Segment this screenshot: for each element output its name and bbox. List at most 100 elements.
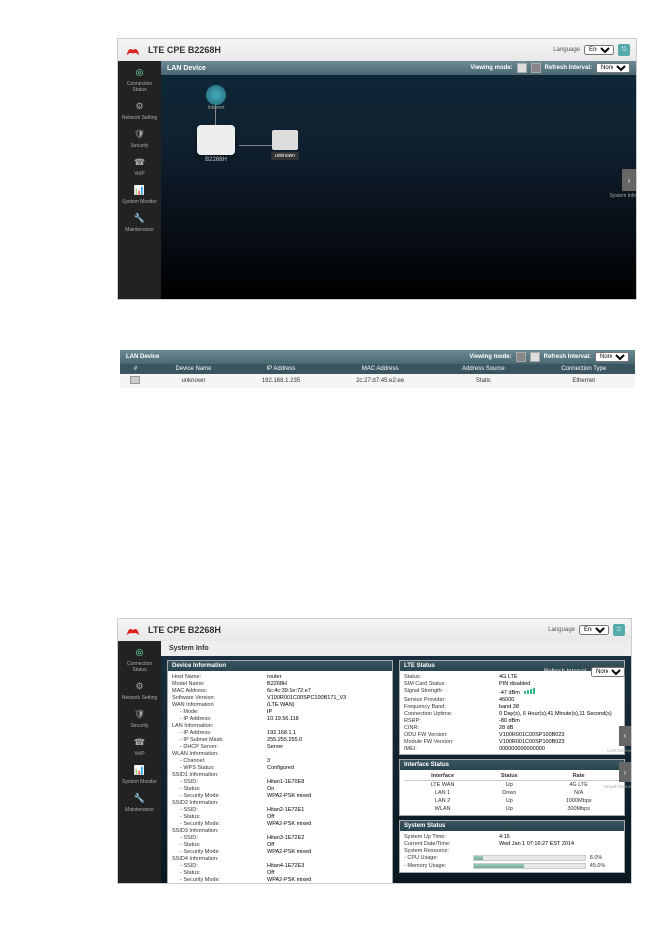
globe-icon — [206, 85, 226, 105]
view-list-button[interactable] — [531, 63, 541, 73]
refresh-interval-label: Refresh Interval: — [545, 65, 592, 71]
info-value: Configured — [267, 765, 388, 771]
info-row: WAN Information(LTE WAN) — [172, 701, 388, 708]
refresh-interval-select[interactable]: None — [591, 667, 625, 677]
info-row: - Status:Off — [172, 869, 388, 876]
network-topology: Internet B2268H unknown — [161, 75, 636, 205]
language-select[interactable]: English — [579, 625, 609, 635]
info-row: - Security Mode:WPA2-PSK mixed — [172, 848, 388, 855]
info-key: - IP Subnet Mask: — [172, 737, 267, 743]
sidebar-item-security[interactable]: 🛡Security — [120, 127, 160, 149]
cell-interface: LAN 1 — [404, 789, 481, 797]
info-value: 6c:4c:39:1e:72:e7 — [267, 688, 388, 694]
table-row: LAN 2Up1000Mbps — [404, 797, 620, 805]
refresh-interval-select[interactable]: None — [595, 352, 629, 362]
info-key: CINR: — [404, 725, 499, 731]
sidebar-item-system-monitor[interactable]: 📊System Monitor — [120, 763, 160, 785]
cell-status: Up — [481, 805, 537, 813]
logout-icon[interactable]: ⎋ — [613, 624, 625, 636]
info-key: SSID1 Information: — [172, 772, 267, 778]
sidebar-item-network-setting[interactable]: ⚙Network Setting — [120, 99, 160, 121]
info-row: ODU FW Version:V100R001C00SP100B023 — [404, 731, 620, 738]
info-value: Hitan2-1E72E1 — [267, 807, 388, 813]
info-key: Connection Uptime: — [404, 711, 499, 717]
info-row: SSID4 Information: — [172, 855, 388, 862]
info-key: - Security Mode: — [172, 821, 267, 827]
datetime-label: Current Date/Time: — [404, 841, 499, 847]
sidebar-item-security[interactable]: 🛡Security — [120, 707, 160, 729]
info-row: - WPS Status:Configured — [172, 764, 388, 771]
info-value: 000000000000000 — [499, 746, 620, 752]
sidebar-item-network-setting[interactable]: ⚙Network Setting — [120, 679, 160, 701]
info-key: - SSID: — [172, 807, 267, 813]
topology-router[interactable]: B2268H — [191, 125, 241, 170]
info-key: - SSID: — [172, 779, 267, 785]
sidebar-item-connection-status[interactable]: ◎Connection Status — [120, 645, 160, 673]
col-source: Address Source — [434, 364, 532, 374]
info-value — [267, 828, 388, 834]
sidebar-item-system-monitor[interactable]: 📊System Monitor — [120, 183, 160, 205]
info-key: - SSID: — [172, 863, 267, 869]
cell-status: Up — [481, 797, 537, 805]
info-value: 46000 — [499, 697, 620, 703]
info-key: WAN Information — [172, 702, 267, 708]
info-value: (LTE WAN) — [267, 702, 388, 708]
info-key: - Mode: — [172, 709, 267, 715]
language-select[interactable]: English — [584, 45, 614, 55]
info-key: - Status: — [172, 870, 267, 876]
sidebar-item-maintenance[interactable]: 🔧Maintenance — [120, 211, 160, 233]
next-page-arrow[interactable]: ›Virtual Device — [619, 762, 631, 782]
info-key: - SSID: — [172, 835, 267, 841]
view-grid-button[interactable] — [517, 63, 527, 73]
cell-name: unknown — [151, 374, 236, 388]
sidebar-item-connection-status[interactable]: ◎Connection Status — [120, 65, 160, 93]
lan-device-panel: LAN Device Viewing mode: Refresh Interva… — [161, 61, 636, 299]
info-row: - IP Address:192.168.1.1 — [172, 729, 388, 736]
system-info-panel: System Info Refresh Interval: None Devic… — [161, 641, 631, 883]
info-value: band 38 — [499, 704, 620, 710]
cell-ip: 192.168.1.235 — [236, 374, 326, 388]
prev-page-arrow[interactable]: ‹LAN Device — [619, 726, 631, 746]
next-page-arrow[interactable]: ›System Info — [622, 169, 636, 191]
sidebar-item-maintenance[interactable]: 🔧Maintenance — [120, 791, 160, 813]
col-rate: Rate — [537, 772, 620, 781]
viewing-mode-label: Viewing mode: — [470, 65, 512, 71]
pc-icon — [272, 130, 298, 150]
interface-status-box: Interface Status Interface Status Rate — [399, 759, 625, 816]
info-value: Hitan1-1E70E8 — [267, 779, 388, 785]
cell-mac: 2c:27:d7:45:e2:ee — [326, 374, 435, 388]
info-row: - Status:Off — [172, 813, 388, 820]
box-header: System Status — [400, 821, 624, 831]
refresh-interval-select[interactable]: None — [596, 63, 630, 73]
info-row: MAC Address:6c:4c:39:1e:72:e7 — [172, 687, 388, 694]
info-value: V100R001C00SP100B023 — [499, 732, 620, 738]
logout-icon[interactable]: ⎋ — [618, 44, 630, 56]
table-row[interactable]: unknown 192.168.1.235 2c:27:d7:45:e2:ee … — [120, 374, 635, 388]
info-value: 192.168.1.1 — [267, 730, 388, 736]
box-header: Device Information — [168, 661, 392, 671]
box-header: Interface Status — [400, 760, 624, 770]
product-name: LTE CPE B2268H — [148, 625, 221, 635]
info-row: - Mode:IP — [172, 708, 388, 715]
sidebar-item-voip[interactable]: ☎VoIP — [120, 155, 160, 177]
info-row: - Security Mode:WPA2-PSK mixed — [172, 792, 388, 799]
info-row: RSRP:-80 dBm — [404, 717, 620, 724]
info-row: - Status:Off — [172, 841, 388, 848]
sidebar-item-voip[interactable]: ☎VoIP — [120, 735, 160, 757]
wrench-icon: 🔧 — [133, 791, 147, 805]
mem-bar — [473, 863, 586, 869]
page-title: System Info — [161, 641, 631, 656]
view-grid-button[interactable] — [516, 352, 526, 362]
topology-client[interactable]: unknown — [271, 130, 299, 160]
refresh-interval-label: Refresh Interval: — [544, 354, 591, 360]
info-value: 3 — [267, 758, 388, 764]
topology-internet[interactable]: Internet — [201, 85, 231, 111]
info-value: V100R001C00SPC100B171_V3 — [267, 695, 388, 701]
info-key: - Security Mode: — [172, 849, 267, 855]
info-row: Module FW Version:V100R001C00SP100B023 — [404, 738, 620, 745]
view-list-button[interactable] — [530, 352, 540, 362]
cell-rate: 1000Mbps — [537, 797, 620, 805]
phone-icon: ☎ — [133, 735, 147, 749]
info-key: - DHCP Server: — [172, 744, 267, 750]
info-row: SSID2 Information: — [172, 799, 388, 806]
